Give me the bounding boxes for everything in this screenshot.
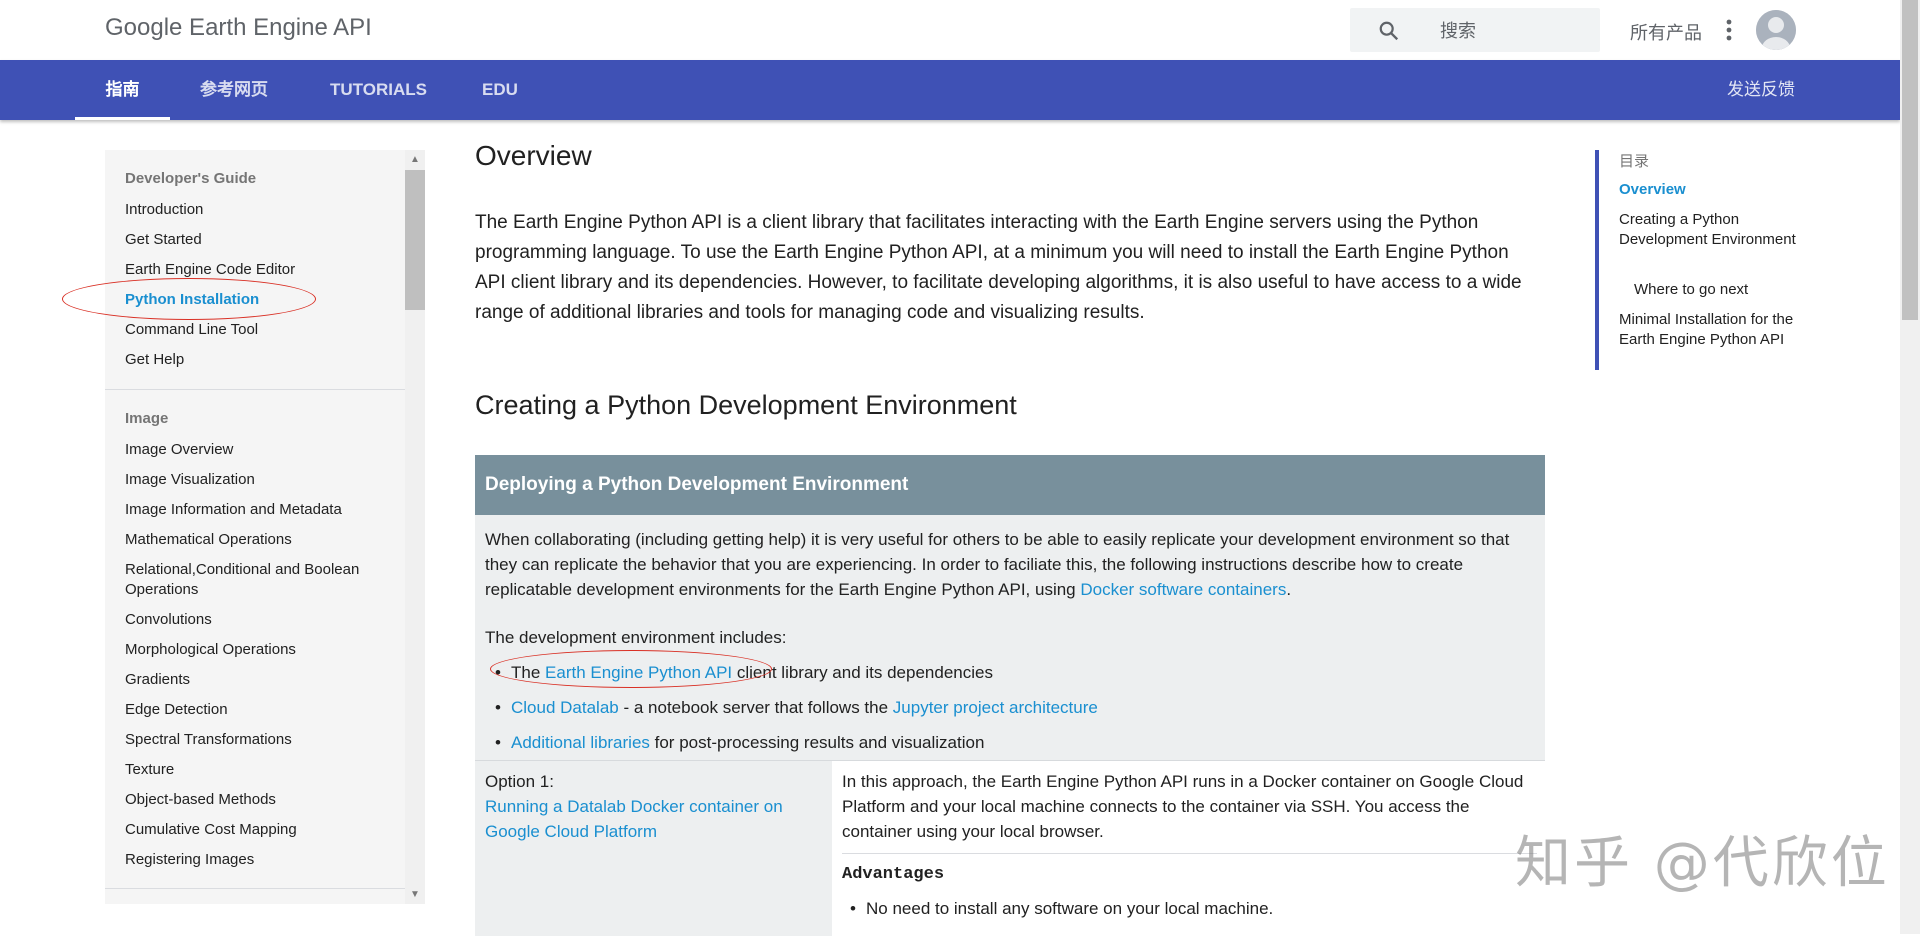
tab-reference[interactable]: 参考网页 — [200, 60, 268, 120]
sidebar-item-relational-operations[interactable]: Relational,Conditional and Boolean Opera… — [125, 560, 395, 600]
sidebar-item-spectral-transformations[interactable]: Spectral Transformations — [125, 730, 395, 750]
sidebar-item-image-overview[interactable]: Image Overview — [125, 440, 395, 460]
bullet1-post: client library and its dependencies — [732, 663, 993, 682]
section-heading-developers-guide: Developer's Guide — [125, 170, 257, 187]
sidebar-item-command-line-tool[interactable]: Command Line Tool — [125, 320, 395, 340]
datalab-gcp-link[interactable]: Running a Datalab Docker container on Go… — [485, 797, 783, 841]
collab-end: . — [1286, 580, 1292, 599]
left-nav: Developer's Guide Introduction Get Start… — [105, 150, 405, 904]
annotation-oval — [62, 278, 316, 320]
collab-text: When collaborating (including getting he… — [485, 530, 1510, 599]
sidebar-item-gradients[interactable]: Gradients — [125, 670, 395, 690]
tab-tutorials[interactable]: TUTORIALS — [330, 60, 427, 120]
advantages-heading: Advantages — [842, 865, 945, 884]
docker-link[interactable]: Docker software containers — [1080, 580, 1286, 599]
watermark: 知乎 @代欣位 — [1515, 831, 1890, 896]
additional-libraries-link[interactable]: Additional libraries — [511, 733, 650, 752]
search-box[interactable] — [1350, 8, 1600, 52]
section-title: Creating a Python Development Environmen… — [475, 390, 1017, 420]
bullet2-mid: - a notebook server that follows the — [618, 698, 893, 717]
sidebar-divider — [105, 888, 405, 889]
page-scroll-thumb[interactable] — [1902, 0, 1918, 320]
more-vert-icon[interactable] — [1724, 18, 1734, 42]
advantage-item: • No need to install any software on your… — [850, 899, 1273, 919]
scroll-up-icon[interactable]: ▲ — [410, 154, 420, 165]
bullet-dot: • — [850, 899, 856, 918]
search-icon[interactable] — [1378, 20, 1400, 42]
toc-title: 目录 — [1619, 153, 1650, 170]
option-text: Option 1: Running a Datalab Docker contai… — [485, 769, 815, 844]
bullet3-post: for post-processing results and visualiz… — [649, 733, 985, 752]
annotation-oval — [490, 650, 772, 688]
sidebar-item-get-started[interactable]: Get Started — [125, 230, 395, 250]
page-scrollbar[interactable] — [1900, 0, 1920, 934]
sidebar-item-code-editor[interactable]: Earth Engine Code Editor — [125, 260, 395, 280]
toc-item-where-next[interactable]: Where to go next — [1634, 280, 1814, 300]
sidebar-scrollbar[interactable]: ▲ ▼ — [405, 150, 425, 904]
section-heading-image: Image — [125, 410, 169, 427]
deployment-box: Deploying a Python Development Environme… — [475, 455, 1545, 936]
box-heading-text: Deploying a Python Development Environme… — [485, 474, 909, 495]
sidebar-item-image-visualization[interactable]: Image Visualization — [125, 470, 395, 490]
sidebar-item-image-information[interactable]: Image Information and Metadata — [125, 500, 395, 520]
list-item: • Cloud Datalab - a notebook server that … — [495, 695, 1098, 720]
search-input[interactable] — [1438, 18, 1592, 44]
sidebar-item-morphological-operations[interactable]: Morphological Operations — [125, 640, 395, 660]
sidebar-item-introduction[interactable]: Introduction — [125, 200, 395, 220]
tab-edu[interactable]: EDU — [482, 60, 518, 120]
toc-item-creating-env[interactable]: Creating a Python Development Environmen… — [1619, 210, 1799, 250]
collab-paragraph: When collaborating (including getting he… — [485, 527, 1535, 602]
jupyter-link[interactable]: Jupyter project architecture — [893, 698, 1098, 717]
sidebar-item-registering-images[interactable]: Registering Images — [125, 850, 395, 870]
toc-item-overview[interactable]: Overview — [1619, 180, 1799, 200]
feedback-link[interactable]: 发送反馈 — [1727, 60, 1795, 120]
option-description: In this approach, the Earth Engine Pytho… — [842, 772, 1524, 841]
sidebar-item-mathematical-operations[interactable]: Mathematical Operations — [125, 530, 395, 550]
sidebar-item-get-help[interactable]: Get Help — [125, 350, 395, 370]
table-of-contents: 目录 Overview Creating a Python Developmen… — [1595, 150, 1799, 370]
advantage-text: No need to install any software on your … — [866, 899, 1274, 918]
sidebar-scroll-thumb[interactable] — [405, 170, 425, 310]
nav-bar: 指南 参考网页 TUTORIALS EDU 发送反馈 — [0, 60, 1900, 120]
option-cell: Option 1: Running a Datalab Docker contai… — [475, 760, 832, 936]
scroll-down-icon[interactable]: ▼ — [410, 889, 420, 900]
toc-item-minimal-installation[interactable]: Minimal Installation for the Earth Engin… — [1619, 310, 1799, 350]
includes-text: The development environment includes: — [485, 628, 787, 647]
avatar[interactable] — [1756, 10, 1796, 50]
sidebar-item-cumulative-cost-mapping[interactable]: Cumulative Cost Mapping — [125, 820, 395, 840]
sidebar-item-texture[interactable]: Texture — [125, 760, 395, 780]
tab-guide[interactable]: 指南 — [75, 60, 170, 120]
sidebar-item-convolutions[interactable]: Convolutions — [125, 610, 395, 630]
sidebar-item-edge-detection[interactable]: Edge Detection — [125, 700, 395, 720]
bullet-dot: • — [495, 733, 501, 752]
option-divider — [842, 853, 1537, 854]
user-avatar-icon — [1756, 10, 1796, 50]
cloud-datalab-link[interactable]: Cloud Datalab — [511, 698, 619, 717]
top-bar: Google Earth Engine API 所有产品 — [0, 0, 1900, 60]
option-description-cell: In this approach, the Earth Engine Pytho… — [832, 760, 1545, 936]
bullet-dot: • — [495, 698, 501, 717]
intro-paragraph: The Earth Engine Python API is a client … — [475, 212, 1522, 323]
all-products-link[interactable]: 所有产品 — [1630, 19, 1702, 45]
sidebar-divider — [105, 389, 405, 390]
list-item: • Additional libraries for post-processin… — [495, 730, 984, 755]
option-label: Option 1: — [485, 772, 554, 791]
page-title: Overview — [475, 140, 592, 171]
site-title[interactable]: Google Earth Engine API — [105, 14, 372, 42]
box-heading: Deploying a Python Development Environme… — [475, 455, 1545, 515]
sidebar-item-object-based-methods[interactable]: Object-based Methods — [125, 790, 395, 810]
